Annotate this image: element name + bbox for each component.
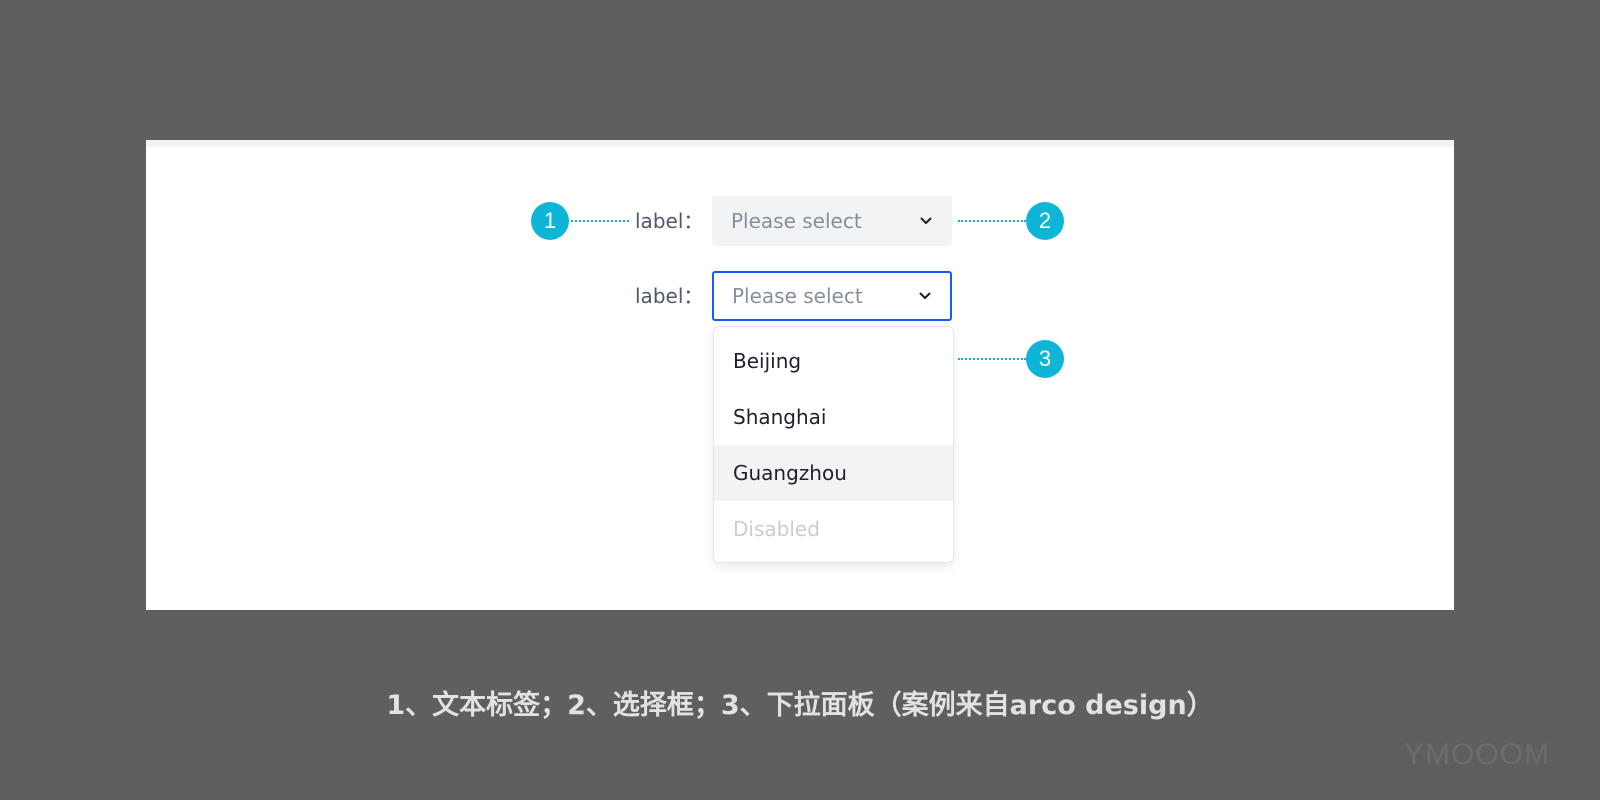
select-box-row2[interactable]: Please select bbox=[712, 271, 952, 321]
select-placeholder-row2: Please select bbox=[732, 284, 863, 308]
annotation-leader-3 bbox=[958, 358, 1026, 360]
select-placeholder-row1: Please select bbox=[731, 209, 862, 233]
annotation-leader-2 bbox=[958, 220, 1026, 222]
dropdown-panel: Beijing Shanghai Guangzhou Disabled bbox=[713, 326, 954, 563]
chevron-down-icon bbox=[919, 214, 933, 228]
chevron-down-icon bbox=[918, 289, 932, 303]
annotation-badge-1: 1 bbox=[531, 202, 569, 240]
watermark-text: YMOOOM bbox=[1404, 738, 1550, 771]
annotation-badge-3: 3 bbox=[1026, 340, 1064, 378]
form-label-row1: label： bbox=[635, 209, 704, 233]
annotation-leader-1 bbox=[571, 220, 629, 222]
form-label-row2: label： bbox=[635, 284, 704, 308]
dropdown-option-disabled: Disabled bbox=[733, 517, 820, 541]
caption-text: 1、文本标签；2、选择框；3、下拉面板（案例来自arco design） bbox=[386, 690, 1214, 721]
dropdown-option-shanghai[interactable]: Shanghai bbox=[714, 389, 953, 445]
select-box-row1[interactable]: Please select bbox=[712, 196, 952, 246]
dropdown-option-guangzhou[interactable]: Guangzhou bbox=[714, 445, 953, 501]
dropdown-option-beijing[interactable]: Beijing bbox=[714, 333, 953, 389]
annotation-badge-2: 2 bbox=[1026, 202, 1064, 240]
